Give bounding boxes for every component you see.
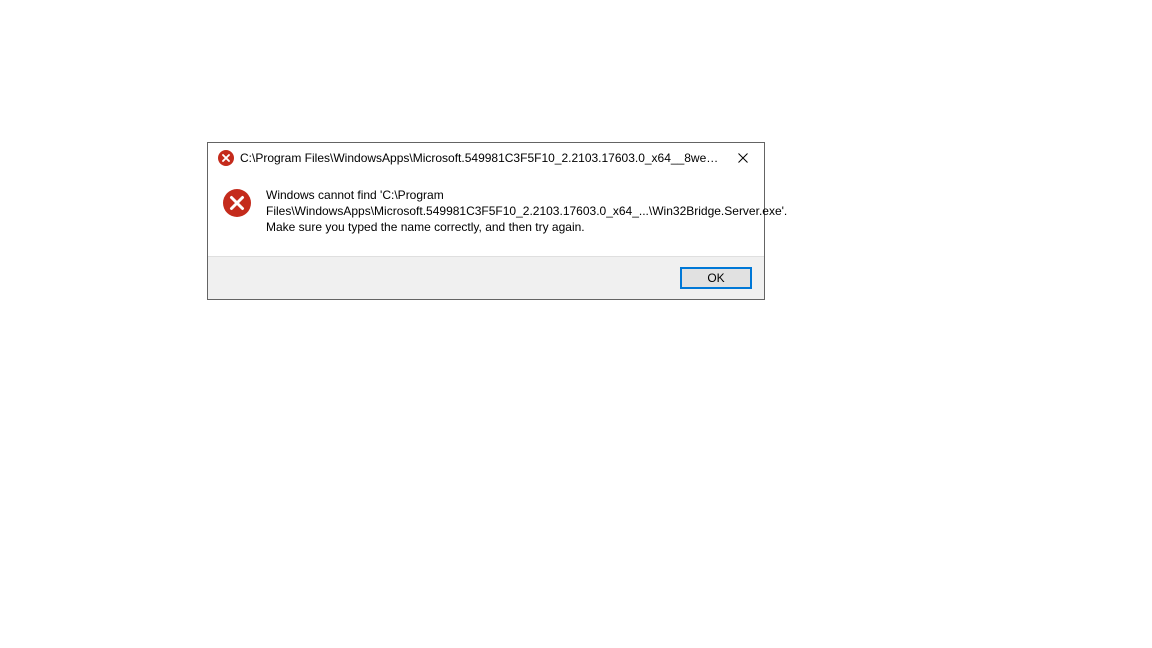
ok-button[interactable]: OK [680, 267, 752, 289]
dialog-title: C:\Program Files\WindowsApps\Microsoft.5… [240, 151, 722, 165]
content-error-icon [222, 188, 252, 218]
dialog-content: Windows cannot find 'C:\Program Files\Wi… [208, 173, 764, 256]
close-button[interactable] [728, 148, 758, 168]
button-bar: OK [208, 256, 764, 299]
close-icon [738, 153, 748, 163]
error-dialog: C:\Program Files\WindowsApps\Microsoft.5… [207, 142, 765, 300]
title-error-icon [218, 150, 234, 166]
titlebar: C:\Program Files\WindowsApps\Microsoft.5… [208, 143, 764, 173]
dialog-message: Windows cannot find 'C:\Program Files\Wi… [266, 187, 787, 236]
